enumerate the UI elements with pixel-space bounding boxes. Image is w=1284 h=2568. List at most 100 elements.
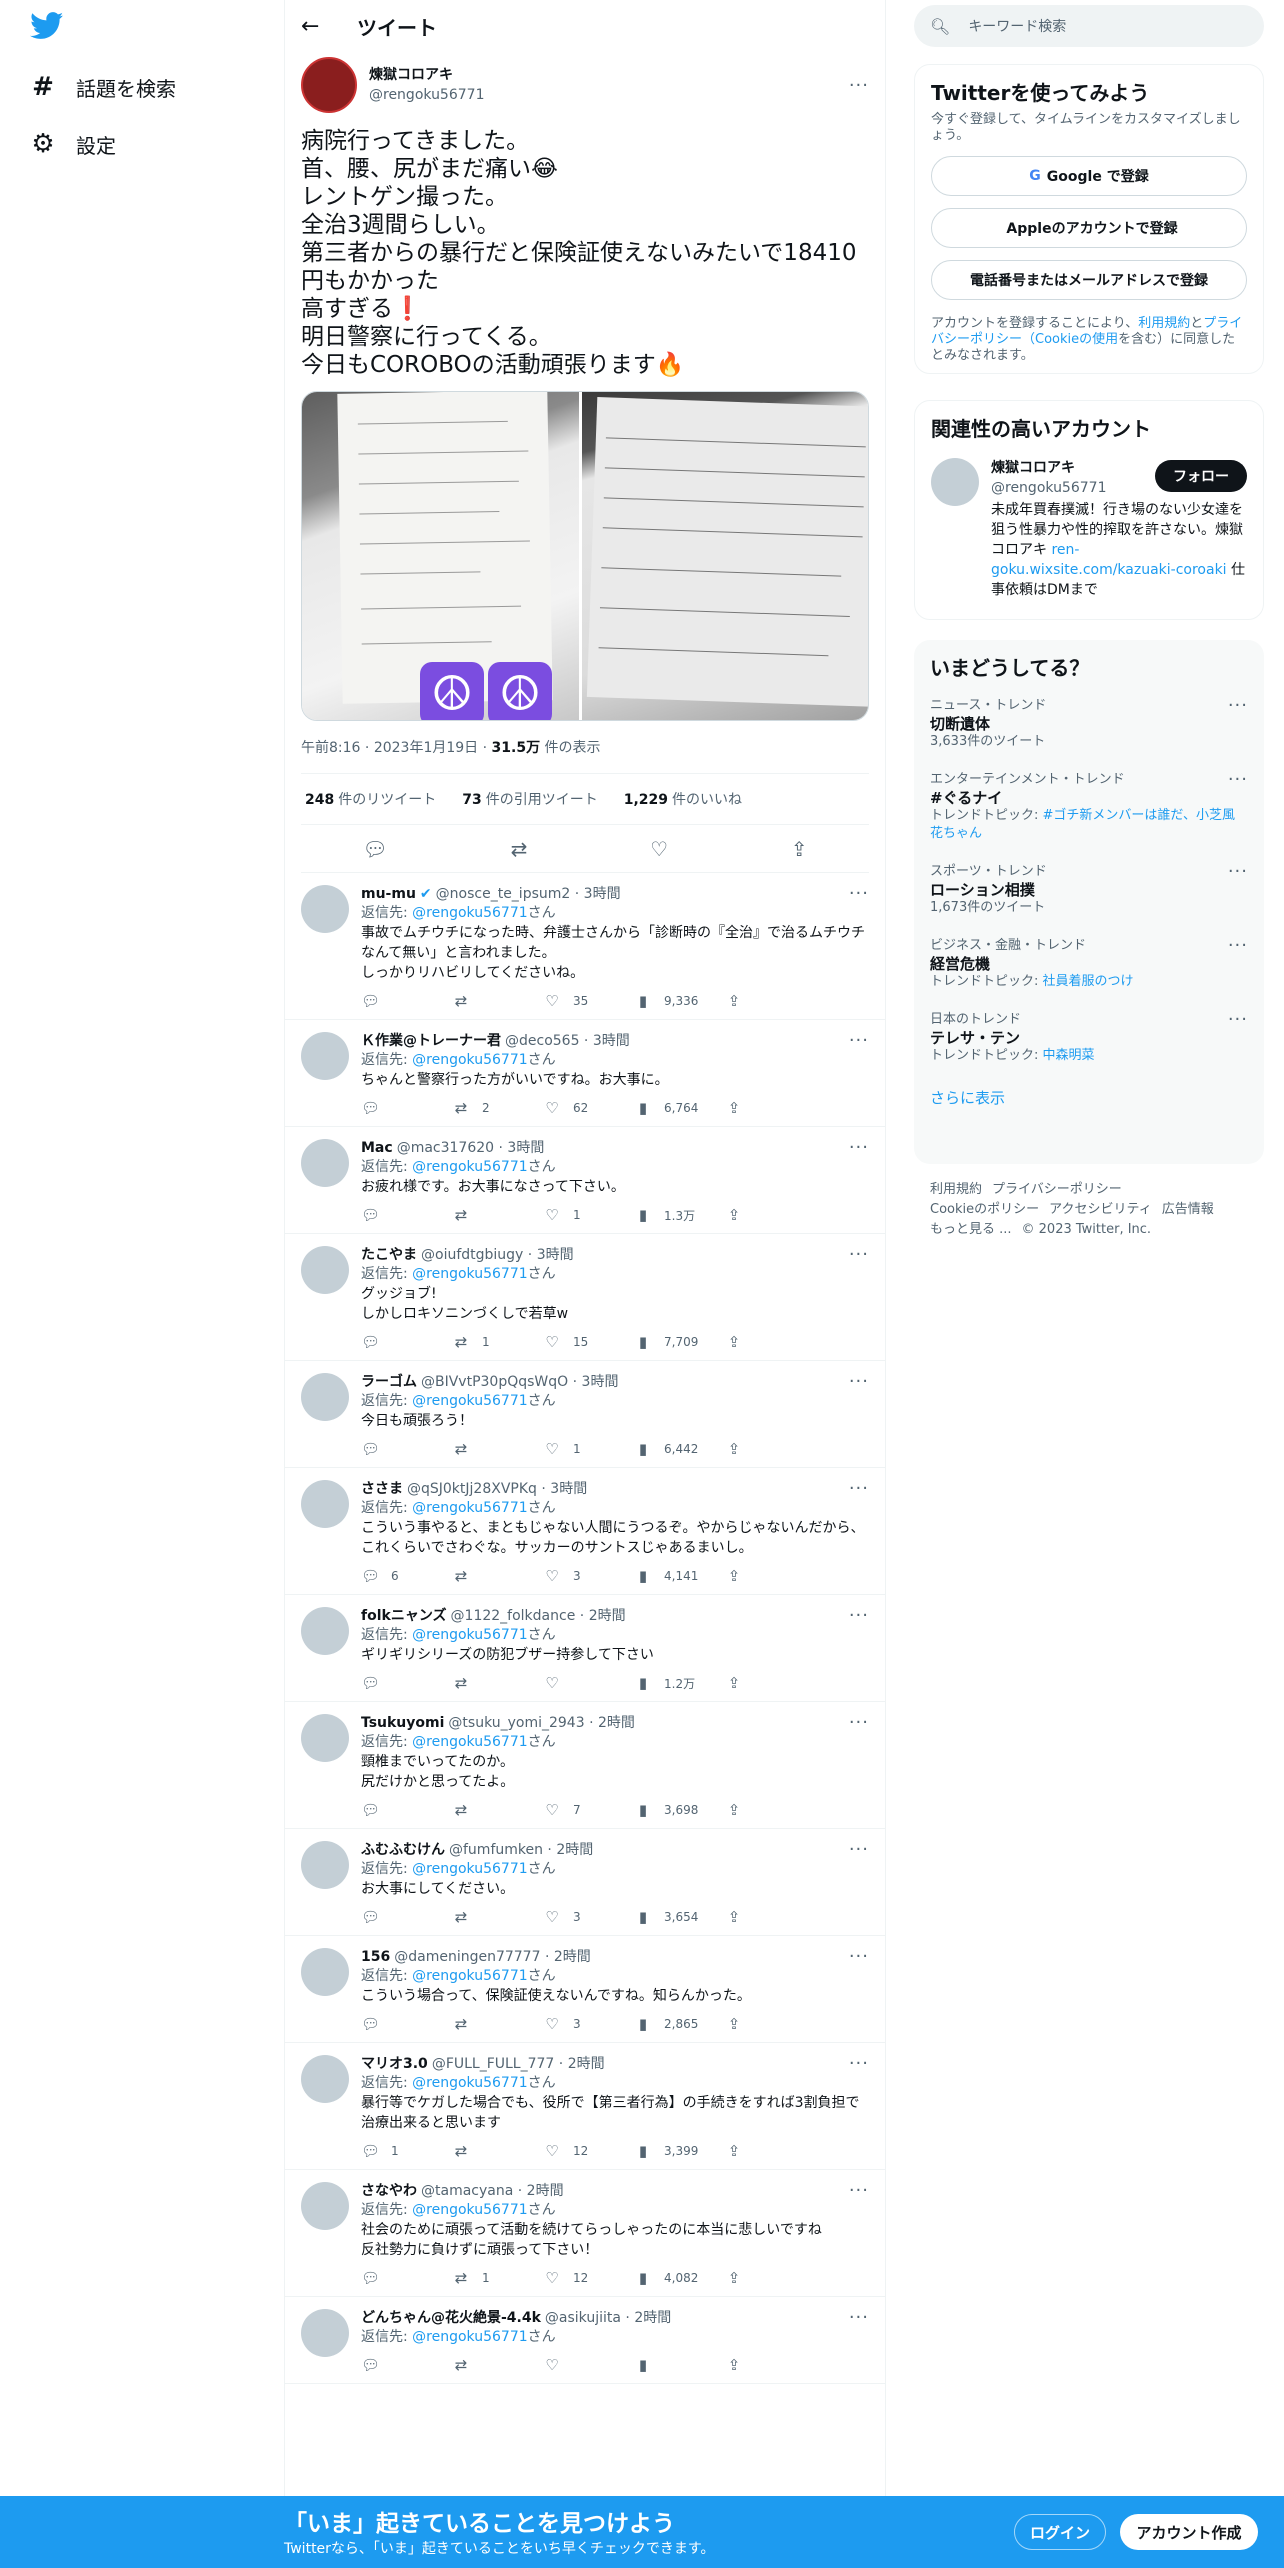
avatar[interactable] bbox=[301, 2309, 349, 2357]
reply-tweet[interactable]: Ｋ作業@トレーナー君 @deco565 · 3時間 ··· 返信先: @rengoku… bbox=[285, 1020, 885, 1127]
share-button[interactable]: ⇪ bbox=[725, 1908, 755, 1926]
reply-author-handle[interactable]: @nosce_te_ipsum2 bbox=[436, 885, 571, 903]
share-button[interactable]: ⇪ bbox=[725, 2015, 755, 2033]
reply-tweet[interactable]: mu-mu ✔ @nosce_te_ipsum2 · 3時間 ··· 返信先: @ren… bbox=[285, 873, 885, 1020]
reply-to-link[interactable]: @rengoku56771 bbox=[412, 1393, 527, 1409]
retweet-button[interactable]: ⇄ bbox=[452, 1674, 543, 1692]
reply-author-name[interactable]: ラーゴム bbox=[361, 1373, 417, 1391]
views-button[interactable]: ▮ 4,082 bbox=[634, 2269, 725, 2287]
avatar[interactable] bbox=[301, 1246, 349, 1294]
reply-time[interactable]: 2時間 bbox=[634, 2309, 671, 2327]
signup-button[interactable]: アカウント作成 bbox=[1120, 2514, 1258, 2550]
views-button[interactable]: ▮ 2,865 bbox=[634, 2015, 725, 2033]
retweet-button[interactable]: ⇄ bbox=[452, 1206, 543, 1224]
related-account[interactable]: 煉獄コロアキ @rengoku56771 未成年買春撲滅！行き場のない少女達を狙… bbox=[915, 448, 1263, 614]
reply-author-name[interactable]: マリオ3.0 bbox=[361, 2055, 428, 2073]
views-button[interactable]: ▮ 3,654 bbox=[634, 1908, 725, 1926]
nav-explore[interactable]: # 話題を検索 bbox=[30, 67, 176, 107]
reply-author-name[interactable]: 156 bbox=[361, 1948, 390, 1966]
reply-author-handle[interactable]: @oiufdtgbiugy bbox=[421, 1246, 523, 1264]
share-button[interactable]: ⇪ bbox=[725, 1674, 755, 1692]
more-options-icon[interactable]: ··· bbox=[849, 1371, 869, 1392]
more-options-icon[interactable]: ··· bbox=[1228, 937, 1248, 955]
more-options-icon[interactable]: ··· bbox=[1228, 697, 1248, 715]
reply-button[interactable]: 💬︎ 6 bbox=[361, 1567, 452, 1585]
apple-signup-button[interactable]: Appleのアカウントで登録 bbox=[931, 208, 1247, 248]
reply-to-link[interactable]: @rengoku56771 bbox=[412, 1968, 527, 1984]
reply-tweet[interactable]: 156 @dameningen77777 · 2時間 ··· 返信先: @rengok… bbox=[285, 1936, 885, 2043]
reply-author-handle[interactable]: @tamacyana bbox=[421, 2182, 513, 2200]
avatar[interactable] bbox=[301, 885, 349, 933]
share-button[interactable]: ⇪ bbox=[725, 1801, 755, 1819]
more-options-icon[interactable]: ··· bbox=[849, 1478, 869, 1499]
reply-to-link[interactable]: @rengoku56771 bbox=[412, 1734, 527, 1750]
share-button[interactable]: ⇪ bbox=[725, 1333, 755, 1351]
footer-link[interactable]: プライバシーポリシー bbox=[992, 1182, 1122, 1197]
reply-author-handle[interactable]: @BIVvtP30pQqsWqO bbox=[421, 1373, 568, 1391]
reply-time[interactable]: 3時間 bbox=[550, 1480, 587, 1498]
more-options-icon[interactable]: ··· bbox=[1228, 863, 1248, 881]
retweets-stat[interactable]: 248 件のリツイート bbox=[301, 789, 436, 809]
medical-bill-photo[interactable] bbox=[582, 392, 868, 720]
reply-tweet[interactable]: マリオ3.0 @FULL_FULL_777 · 2時間 ··· 返信先: @rengo… bbox=[285, 2043, 885, 2170]
like-button[interactable]: ♡ 12 bbox=[543, 2269, 634, 2287]
more-options-icon[interactable]: ··· bbox=[849, 2053, 869, 2074]
trend-topic-link[interactable]: 中森明菜 bbox=[1043, 1048, 1095, 1063]
avatar[interactable] bbox=[301, 1480, 349, 1528]
reply-icon[interactable]: 💬︎ bbox=[362, 837, 387, 861]
more-options-icon[interactable]: ··· bbox=[849, 1244, 869, 1265]
retweet-button[interactable]: ⇄ 1 bbox=[452, 1333, 543, 1351]
more-options-icon[interactable]: ··· bbox=[849, 1605, 869, 1626]
reply-button[interactable]: 💬︎ bbox=[361, 1099, 452, 1117]
trend-topic-link[interactable]: 社員着服のつけ bbox=[1043, 974, 1134, 989]
terms-link[interactable]: 利用規約 bbox=[1138, 316, 1190, 331]
reply-author-name[interactable]: Tsukuyomi bbox=[361, 1714, 444, 1732]
reply-author-handle[interactable]: @deco565 bbox=[505, 1032, 579, 1050]
reply-time[interactable]: 2時間 bbox=[568, 2055, 605, 2073]
trend-item[interactable]: スポーツ・トレンド ローション相撲 1,673件のツイート ··· bbox=[914, 853, 1264, 927]
reply-author-name[interactable]: どんちゃん@花火絶景-4.4k bbox=[361, 2309, 541, 2327]
footer-link[interactable]: 利用規約 bbox=[930, 1182, 982, 1197]
reply-time[interactable]: 2時間 bbox=[527, 2182, 564, 2200]
avatar[interactable] bbox=[301, 1139, 349, 1187]
follow-button[interactable]: フォロー bbox=[1155, 460, 1247, 492]
reply-author-handle[interactable]: @dameningen77777 bbox=[394, 1948, 540, 1966]
avatar[interactable] bbox=[301, 57, 357, 113]
like-button[interactable]: ♡ 62 bbox=[543, 1099, 634, 1117]
reply-tweet[interactable]: Mac @mac317620 · 3時間 ··· 返信先: @rengoku56771… bbox=[285, 1127, 885, 1234]
reply-button[interactable]: 💬︎ bbox=[361, 1801, 452, 1819]
avatar[interactable] bbox=[301, 1607, 349, 1655]
author-handle[interactable]: @rengoku56771 bbox=[369, 85, 484, 105]
views-button[interactable]: ▮ 4,141 bbox=[634, 1567, 725, 1585]
reply-button[interactable]: 💬︎ bbox=[361, 1206, 452, 1224]
share-button[interactable]: ⇪ bbox=[725, 1440, 755, 1458]
retweet-button[interactable]: ⇄ bbox=[452, 2356, 543, 2374]
back-arrow-icon[interactable]: ← bbox=[301, 14, 333, 39]
avatar[interactable] bbox=[301, 2182, 349, 2230]
retweet-button[interactable]: ⇄ 2 bbox=[452, 1099, 543, 1117]
reply-tweet[interactable]: たこやま @oiufdtgbiugy · 3時間 ··· 返信先: @rengoku5… bbox=[285, 1234, 885, 1361]
reply-author-handle[interactable]: @FULL_FULL_777 bbox=[432, 2055, 555, 2073]
more-options-icon[interactable]: ··· bbox=[1228, 771, 1248, 789]
more-options-icon[interactable]: ··· bbox=[849, 1030, 869, 1051]
reply-author-name[interactable]: mu-mu bbox=[361, 885, 416, 903]
more-options-icon[interactable]: ··· bbox=[849, 1839, 869, 1860]
more-options-icon[interactable]: ··· bbox=[849, 2180, 869, 2201]
reply-tweet[interactable]: ラーゴム @BIVvtP30pQqsWqO · 3時間 ··· 返信先: @rengo… bbox=[285, 1361, 885, 1468]
reply-tweet[interactable]: ささま @qSJ0ktJj28XVPKq · 3時間 ··· 返信先: @rengok… bbox=[285, 1468, 885, 1595]
author-name[interactable]: 煉獄コロアキ bbox=[369, 65, 484, 85]
trend-item[interactable]: ニュース・トレンド 切断遺体 3,633件のツイート ··· bbox=[914, 687, 1264, 761]
retweet-button[interactable]: ⇄ bbox=[452, 1567, 543, 1585]
like-button[interactable]: ♡ 3 bbox=[543, 1908, 634, 1926]
more-options-icon[interactable]: ··· bbox=[1228, 1011, 1248, 1029]
reply-to-link[interactable]: @rengoku56771 bbox=[412, 1627, 527, 1643]
nav-settings[interactable]: ⚙ 設定 bbox=[30, 124, 116, 164]
reply-author-handle[interactable]: @asikujiita bbox=[545, 2309, 621, 2327]
retweet-button[interactable]: ⇄ 1 bbox=[452, 2269, 543, 2287]
reply-button[interactable]: 💬︎ 1 bbox=[361, 2142, 452, 2160]
avatar[interactable] bbox=[301, 1373, 349, 1421]
reply-button[interactable]: 💬︎ bbox=[361, 2269, 452, 2287]
reply-author-name[interactable]: ささま bbox=[361, 1480, 403, 1498]
more-options-icon[interactable]: ··· bbox=[849, 883, 869, 904]
more-options-icon[interactable]: ··· bbox=[849, 1712, 869, 1733]
